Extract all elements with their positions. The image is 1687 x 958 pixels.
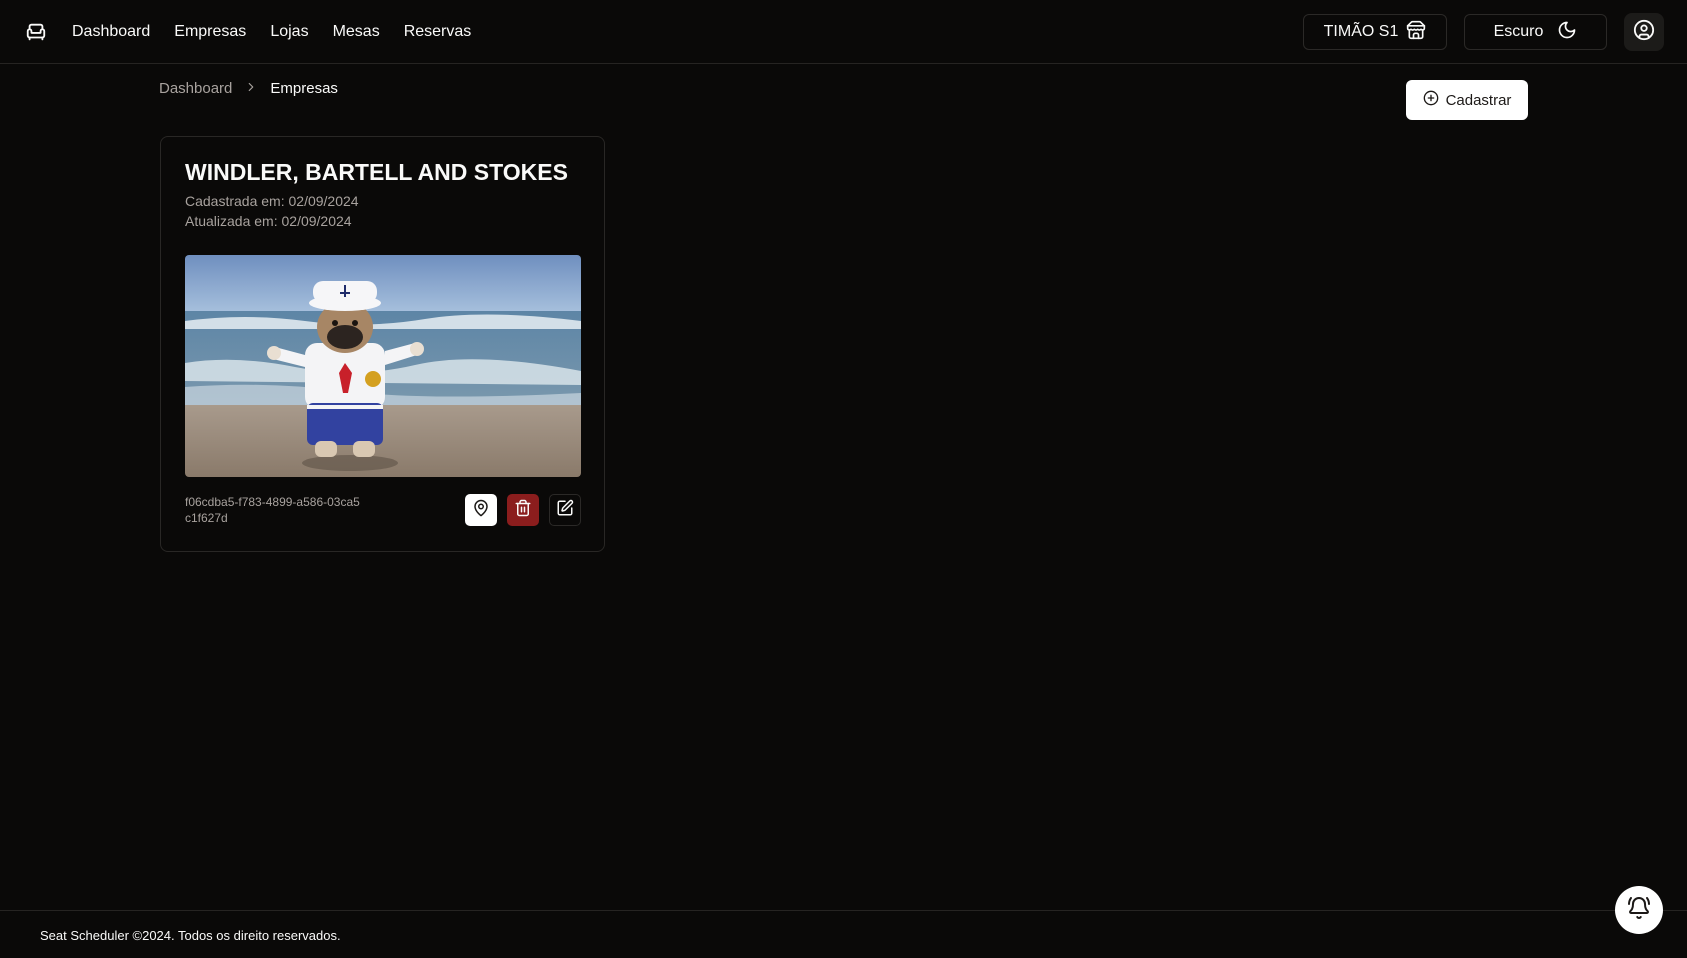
armchair-icon[interactable] bbox=[25, 21, 47, 43]
company-name: WINDLER, BARTELL AND STOKES bbox=[185, 159, 568, 185]
theme-toggle-button[interactable]: Escuro bbox=[1464, 14, 1607, 50]
location-button[interactable] bbox=[465, 494, 497, 526]
notifications-button[interactable] bbox=[1615, 886, 1663, 934]
plus-circle-icon bbox=[1423, 90, 1439, 110]
chevron-right-icon bbox=[244, 80, 258, 97]
user-menu-button[interactable] bbox=[1624, 13, 1664, 51]
moon-icon bbox=[1557, 20, 1577, 45]
nav-empresas[interactable]: Empresas bbox=[174, 23, 246, 41]
theme-label: Escuro bbox=[1493, 23, 1544, 40]
updated-date: Atualizada em: 02/09/2024 bbox=[185, 213, 352, 229]
nav-reservas[interactable]: Reservas bbox=[404, 23, 472, 41]
store-selector-button[interactable]: TIMÃO S1 bbox=[1303, 14, 1447, 50]
delete-button[interactable] bbox=[507, 494, 539, 526]
register-label: Cadastrar bbox=[1445, 91, 1512, 109]
company-image bbox=[185, 255, 581, 477]
store-label: TIMÃO S1 bbox=[1323, 23, 1399, 40]
trash-icon bbox=[514, 499, 532, 522]
map-pin-icon bbox=[472, 499, 490, 522]
top-navbar: Dashboard Empresas Lojas Mesas Reservas … bbox=[0, 0, 1687, 64]
footer-copyright: Seat Scheduler ©2024. Todos os direito r… bbox=[40, 928, 341, 943]
breadcrumb: Dashboard Empresas bbox=[159, 80, 338, 97]
nav-lojas[interactable]: Lojas bbox=[270, 23, 308, 41]
breadcrumb-dashboard[interactable]: Dashboard bbox=[159, 80, 232, 97]
created-date: Cadastrada em: 02/09/2024 bbox=[185, 193, 359, 209]
nav-dashboard[interactable]: Dashboard bbox=[72, 23, 150, 41]
edit-button[interactable] bbox=[549, 494, 581, 526]
breadcrumb-empresas: Empresas bbox=[270, 80, 338, 97]
bell-ring-icon bbox=[1627, 896, 1651, 925]
nav-mesas[interactable]: Mesas bbox=[333, 23, 380, 41]
user-circle-icon bbox=[1633, 19, 1655, 46]
edit-icon bbox=[556, 499, 574, 522]
store-icon bbox=[1406, 20, 1426, 45]
main-nav: Dashboard Empresas Lojas Mesas Reservas bbox=[72, 0, 471, 64]
footer: Seat Scheduler ©2024. Todos os direito r… bbox=[0, 910, 1687, 958]
company-card: WINDLER, BARTELL AND STOKES Cadastrada e… bbox=[160, 136, 605, 552]
register-button[interactable]: Cadastrar bbox=[1406, 80, 1528, 120]
company-id: f06cdba5-f783-4899-a586-03ca5c1f627d bbox=[185, 495, 360, 525]
